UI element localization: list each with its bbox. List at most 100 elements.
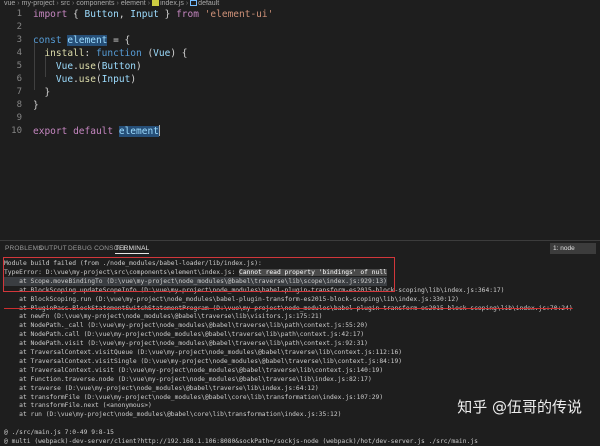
code-token: function — [95, 48, 142, 59]
terminal-line: at NodePath.visit (D:\vue\my-project\nod… — [4, 340, 368, 348]
code-text: Vue.use(Input) — [33, 73, 136, 86]
code-line[interactable]: 6 Vue.use(Input) — [0, 73, 600, 86]
line-number: 9 — [16, 113, 22, 123]
code-text: install: function (Vue) { — [33, 47, 188, 60]
terminal-line: at BlockScoping.run (D:\vue\my-project\n… — [4, 295, 459, 303]
watermark-text: 知乎 @伍哥的传说 — [457, 398, 582, 416]
code-token: ) — [130, 74, 137, 85]
line-number: 4 — [16, 48, 22, 58]
breadcrumb-item[interactable]: index.js — [160, 0, 184, 7]
code-token: : — [84, 48, 96, 59]
code-line[interactable]: 3 const element = { — [0, 34, 600, 47]
terminal-line: at newFn (D:\vue\my-project\node_modules… — [4, 313, 323, 321]
symbol-variable-icon — [190, 0, 198, 6]
breadcrumb-chevron-icon: › — [17, 0, 20, 7]
code-text: Vue.use(Button) — [33, 60, 142, 73]
terminal-select[interactable]: 1: node — [550, 243, 596, 254]
terminal-line: at TraversalContext.visit (D:\vue\my-pro… — [4, 366, 384, 374]
code-token: from — [176, 9, 199, 20]
code-text: } — [33, 99, 39, 112]
code-token: ( — [141, 48, 154, 59]
code-token: } — [33, 87, 51, 98]
terminal-line: at PluginPass.BlockStatementSwitchStatem… — [4, 304, 573, 312]
code-line[interactable]: 7 } — [0, 86, 600, 99]
breadcrumb-chevron-icon: › — [72, 0, 75, 7]
code-token: 'element-ui' — [204, 9, 274, 20]
code-token: Input — [130, 9, 159, 20]
code-editor[interactable]: 1 import { Button, Input } from 'element-… — [0, 8, 600, 240]
breadcrumb-item[interactable]: components — [76, 0, 114, 7]
code-token: default — [73, 126, 114, 137]
code-token: element — [118, 126, 159, 137]
line-number: 7 — [16, 87, 22, 97]
line-number: 6 — [16, 74, 22, 84]
code-token: export — [33, 126, 68, 137]
tab-problems[interactable]: PROBLEMS — [5, 245, 43, 252]
code-text: export default element — [33, 125, 160, 138]
code-token: } — [158, 9, 177, 20]
breadcrumb-item[interactable]: vue — [4, 0, 15, 7]
breadcrumb-chevron-icon: › — [56, 0, 59, 7]
terminal-line: at Function.traverse.node (D:\vue\my-pro… — [4, 375, 372, 383]
code-token: use — [78, 61, 96, 72]
code-token: Vue — [55, 74, 74, 85]
code-token: } — [33, 100, 39, 111]
terminal-line: at TraversalContext.visitQueue (D:\vue\m… — [4, 349, 403, 356]
text-cursor — [158, 125, 160, 136]
code-token: Input — [101, 74, 131, 85]
code-token: , — [118, 9, 131, 20]
terminal-line: at NodePath.call (D:\vue\my-project\node… — [4, 331, 365, 339]
terminal-line: at traverse (D:\vue\my-project\node_modu… — [4, 384, 319, 392]
line-number: 10 — [11, 126, 22, 136]
code-text: import { Button, Input } from 'element-u… — [33, 8, 273, 21]
terminal-line: at transformFile.next (<anonymous>) — [4, 402, 152, 410]
code-token: ) — [136, 61, 142, 72]
breadcrumb-item[interactable]: element — [121, 0, 146, 7]
code-line[interactable]: 10 export default element — [0, 125, 600, 138]
terminal-line: @ multi (webpack)-dev-server/client?http… — [4, 438, 478, 445]
code-line[interactable]: 5 Vue.use(Button) — [0, 60, 600, 73]
line-number: 2 — [16, 22, 22, 32]
tab-output[interactable]: OUTPUT — [39, 245, 67, 252]
breadcrumb-item[interactable]: src — [61, 0, 70, 7]
code-line[interactable]: 4 install: function (Vue) { — [0, 47, 600, 60]
breadcrumb-chevron-icon: › — [147, 0, 151, 7]
code-token: = { — [107, 35, 131, 46]
line-number: 3 — [16, 35, 22, 45]
js-file-icon — [152, 0, 160, 6]
code-text: } — [33, 86, 50, 99]
line-number: 8 — [16, 100, 22, 110]
terminal-line: at transformFile (D:\vue\my-project\node… — [4, 393, 384, 401]
line-number: 1 — [16, 9, 22, 19]
code-line[interactable]: 8} — [0, 99, 600, 112]
line-number: 5 — [16, 61, 22, 71]
code-token: Vue — [153, 48, 171, 59]
breadcrumb-item[interactable]: my-project — [22, 0, 55, 7]
code-token: Button — [101, 61, 137, 72]
tab-terminal[interactable]: TERMINAL — [115, 245, 150, 254]
code-text: const element = { — [33, 34, 130, 47]
terminal-line: at run (D:\vue\my-project\node_modules\@… — [4, 411, 342, 419]
code-token: Vue — [55, 61, 74, 72]
terminal-line: at TraversalContext.visitSingle (D:\vue\… — [4, 357, 403, 365]
panel-tabs: PROBLEMS OUTPUT DEBUG CONSOLE TERMINAL — [0, 241, 600, 257]
breadcrumb-chevron-icon: › — [185, 0, 189, 7]
breadcrumb[interactable]: vue › my-project › src › components › element › in… — [0, 0, 600, 8]
breadcrumb-item[interactable]: default — [198, 0, 219, 7]
bottom-panel: PROBLEMS OUTPUT DEBUG CONSOLE TERMINAL 1: n… — [0, 240, 600, 445]
terminal-line: @ ./src/main.js 7:0-49 9:8-15 — [4, 429, 114, 437]
code-token: import — [33, 9, 68, 20]
terminal-line: at NodePath._call (D:\vue\my-project\nod… — [4, 322, 368, 330]
breadcrumb-chevron-icon: › — [116, 0, 119, 7]
code-line[interactable]: 1 import { Button, Input } from 'element-… — [0, 8, 600, 21]
code-line[interactable]: 9 — [0, 112, 600, 125]
code-token: install — [44, 48, 85, 59]
code-line[interactable]: 2 — [0, 21, 600, 34]
code-token: ) { — [170, 48, 188, 59]
code-token: element — [67, 35, 108, 46]
code-token: Button — [84, 9, 119, 20]
